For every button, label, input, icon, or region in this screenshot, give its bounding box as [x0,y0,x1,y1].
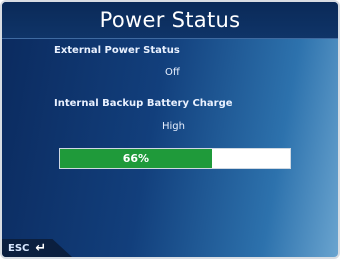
external-power-status-label: External Power Status [54,45,180,56]
title-bar: Power Status [2,2,338,39]
internal-battery-charge-value: High [162,121,185,132]
internal-battery-charge-label: Internal Backup Battery Charge [54,98,233,109]
battery-charge-bar: 66% [59,148,291,169]
battery-charge-percent: 66% [122,152,150,165]
return-arrow-icon: ↵ [35,240,47,256]
esc-label: ESC [8,242,30,254]
power-status-screen: Power Status External Power Status Off I… [0,0,340,259]
page-title: Power Status [99,8,241,32]
esc-back-button[interactable]: ESC ↵ [2,239,72,257]
external-power-status-value: Off [165,67,180,78]
